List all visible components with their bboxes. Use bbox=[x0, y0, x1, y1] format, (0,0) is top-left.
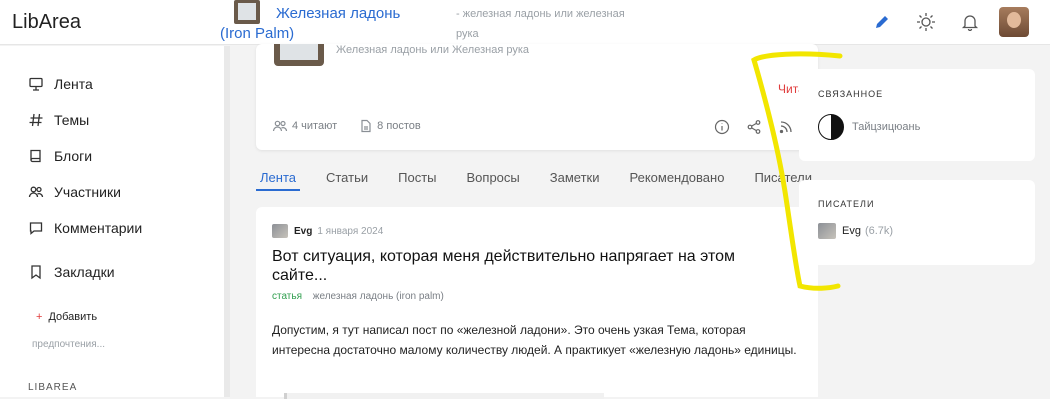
tab-posts[interactable]: Посты bbox=[394, 170, 440, 191]
tab-notes[interactable]: Заметки bbox=[546, 170, 604, 191]
header-topic-title[interactable]: Железная ладонь (Iron Palm) bbox=[220, 4, 430, 44]
sun-icon[interactable] bbox=[904, 6, 948, 38]
hash-icon bbox=[29, 113, 43, 127]
feed-tabs: Лента Статьи Посты Вопросы Заметки Реком… bbox=[256, 170, 838, 191]
sidebar-item-label: Участники bbox=[54, 184, 121, 200]
post-title[interactable]: Вот ситуация, которая меня действительно… bbox=[272, 247, 792, 285]
bell-icon[interactable] bbox=[948, 6, 992, 38]
topic-card: Железная ладонь или Железная рука Читать… bbox=[256, 44, 818, 150]
book-icon bbox=[30, 149, 41, 163]
file-icon bbox=[361, 119, 371, 133]
writer-karma: (6.7k) bbox=[864, 225, 894, 237]
plus-icon: + bbox=[36, 311, 43, 323]
related-heading: СВЯЗАННОЕ bbox=[818, 89, 884, 99]
writer-name: Evg bbox=[842, 225, 861, 237]
tab-articles[interactable]: Статьи bbox=[322, 170, 372, 191]
sidebar-item-label: Блоги bbox=[54, 148, 93, 164]
quote-block bbox=[284, 393, 604, 399]
related-card: СВЯЗАННОЕ Тайцзицюань bbox=[799, 69, 1035, 161]
rss-icon[interactable] bbox=[770, 116, 802, 138]
sidebar-item-label: Лента bbox=[54, 76, 93, 92]
comment-icon bbox=[29, 222, 43, 235]
header-actions bbox=[860, 6, 1036, 38]
topic-actions bbox=[706, 116, 802, 138]
sidebar-item-blogs[interactable]: Блоги bbox=[28, 148, 92, 164]
posts-label: 8 постов bbox=[377, 120, 421, 132]
writer-item[interactable]: Evg (6.7k) bbox=[818, 223, 893, 239]
post-meta: Evg 1 января 2024 bbox=[272, 224, 383, 238]
sidebar-item-label: Закладки bbox=[54, 264, 115, 280]
topic-stats: 4 читают 8 постов bbox=[272, 119, 443, 133]
post-date: 1 января 2024 bbox=[317, 225, 384, 237]
bookmark-icon bbox=[31, 265, 41, 280]
monitor-icon bbox=[29, 77, 43, 91]
related-item[interactable]: Тайцзицюань bbox=[818, 114, 920, 140]
sidebar-item-bookmarks[interactable]: Закладки bbox=[28, 264, 115, 280]
sidebar-item-label: Темы bbox=[54, 112, 90, 128]
tab-questions[interactable]: Вопросы bbox=[463, 170, 524, 191]
post-tags: статья железная ладонь (iron palm) bbox=[272, 291, 444, 302]
readers-label: 4 читают bbox=[292, 120, 338, 132]
readers-count[interactable]: 4 читают bbox=[272, 119, 337, 133]
share-icon[interactable] bbox=[738, 116, 770, 138]
header-topic-description: - железная ладонь или железная рука bbox=[456, 8, 625, 40]
info-icon[interactable] bbox=[706, 116, 738, 138]
user-avatar[interactable] bbox=[992, 6, 1036, 38]
section-label: LIBAREA bbox=[28, 382, 78, 393]
sidebar-item-label: Комментарии bbox=[54, 220, 143, 236]
top-header: LibArea Железная ладонь (Iron Palm) - же… bbox=[0, 0, 1050, 45]
topic-image bbox=[274, 44, 324, 66]
writers-heading: ПИСАТЕЛИ bbox=[818, 199, 875, 209]
related-item-label: Тайцзицюань bbox=[852, 121, 921, 133]
sidebar-item-feed[interactable]: Лента bbox=[28, 76, 93, 92]
logo[interactable]: LibArea bbox=[12, 11, 81, 34]
users-icon bbox=[272, 120, 288, 132]
sidebar-item-topics[interactable]: Темы bbox=[28, 112, 89, 128]
pencil-icon[interactable] bbox=[860, 6, 904, 38]
post-author[interactable]: Evg bbox=[294, 226, 312, 237]
post-topic-tag[interactable]: железная ладонь (iron palm) bbox=[313, 291, 444, 302]
yin-yang-icon bbox=[818, 114, 844, 140]
posts-count: 8 постов bbox=[359, 119, 421, 133]
writer-avatar bbox=[818, 223, 836, 239]
post-type-tag[interactable]: статья bbox=[272, 291, 302, 302]
preferences-hint: предпочтения... bbox=[32, 339, 106, 350]
post-card: Evg 1 января 2024 Вот ситуация, которая … bbox=[256, 207, 818, 399]
topic-subtitle: Железная ладонь или Железная рука bbox=[336, 44, 529, 56]
sidebar-item-comments[interactable]: Комментарии bbox=[28, 220, 142, 236]
left-sidebar: Лента Темы Блоги Участники Комментарии З… bbox=[0, 46, 230, 397]
add-label: Добавить bbox=[48, 311, 98, 323]
author-avatar[interactable] bbox=[272, 224, 288, 238]
post-body: Допустим, я тут написал пост по «железно… bbox=[272, 323, 797, 357]
add-preferences-button[interactable]: + Добавить bbox=[36, 311, 97, 323]
sidebar-item-members[interactable]: Участники bbox=[28, 184, 121, 200]
writers-card: ПИСАТЕЛИ Evg (6.7k) bbox=[799, 180, 1035, 265]
tab-recommended[interactable]: Рекомендовано bbox=[625, 170, 728, 191]
users-icon bbox=[28, 186, 44, 198]
tab-feed[interactable]: Лента bbox=[256, 170, 300, 191]
